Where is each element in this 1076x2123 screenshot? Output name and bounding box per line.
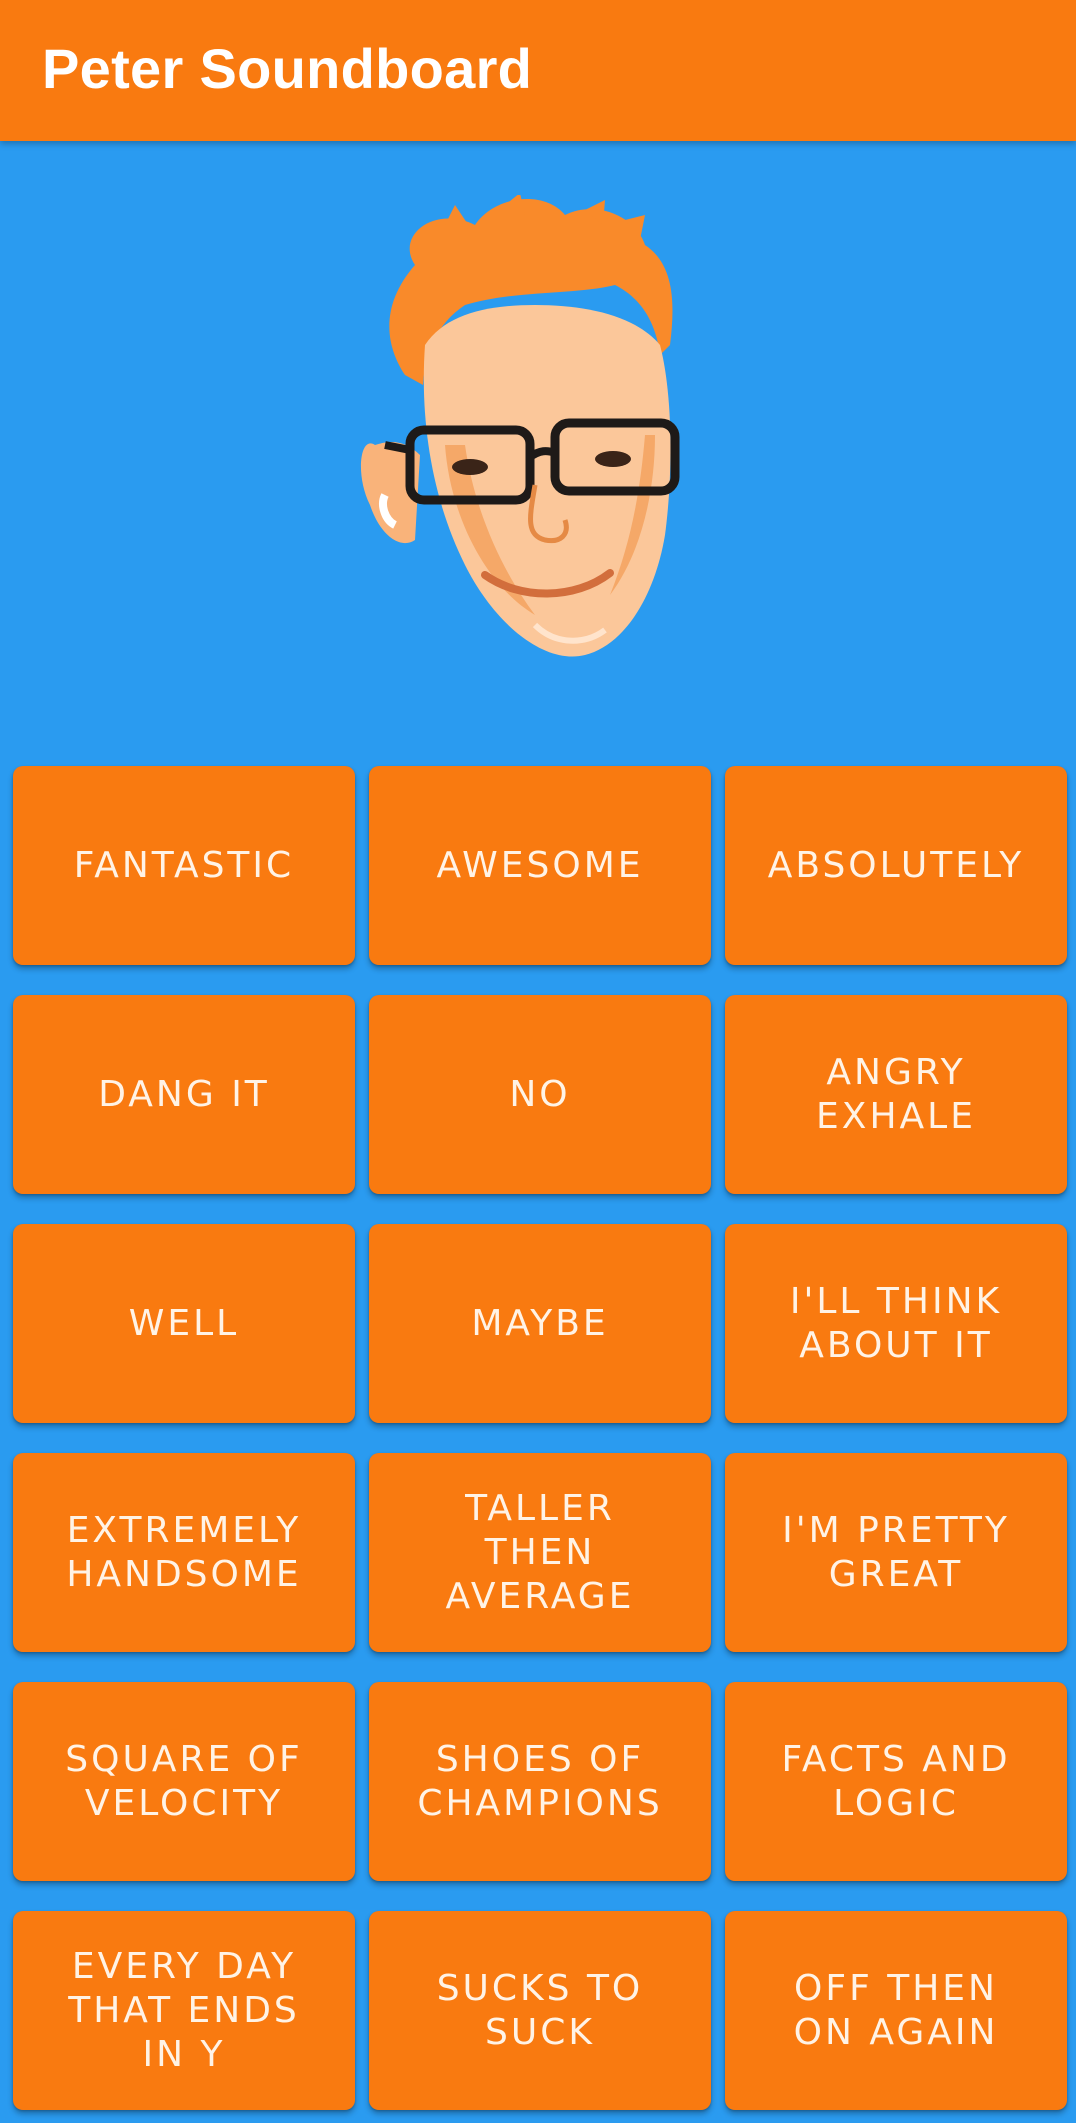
app-bar: Peter Soundboard [0, 0, 1076, 141]
app-title: Peter Soundboard [42, 37, 533, 100]
sound-button-label: I'M PRETTY GREAT [782, 1509, 1010, 1595]
sound-button-im-pretty-great[interactable]: I'M PRETTY GREAT [725, 1453, 1067, 1652]
sound-button-facts-and-logic[interactable]: FACTS AND LOGIC [725, 1682, 1067, 1881]
sound-button-label: SUCKS TO SUCK [436, 1967, 644, 2053]
sound-button-square-of-velocity[interactable]: SQUARE OF VELOCITY [13, 1682, 355, 1881]
sound-button-label: FANTASTIC [73, 844, 295, 886]
sound-button-label: DANG IT [98, 1073, 270, 1115]
sound-button-label: EXTREMELY HANDSOME [66, 1509, 302, 1595]
sound-button-label: NO [509, 1073, 571, 1115]
sound-button-ill-think-about-it[interactable]: I'LL THINK ABOUT IT [725, 1224, 1067, 1423]
sound-button-shoes-of-champions[interactable]: SHOES OF CHAMPIONS [369, 1682, 711, 1881]
soundboard-grid: FANTASTIC AWESOME ABSOLUTELY DANG IT NO … [13, 766, 1067, 2110]
sound-button-maybe[interactable]: MAYBE [369, 1224, 711, 1423]
sound-button-sucks-to-suck[interactable]: SUCKS TO SUCK [369, 1911, 711, 2110]
sound-button-off-then-on-again[interactable]: OFF THEN ON AGAIN [725, 1911, 1067, 2110]
sound-button-label: SQUARE OF VELOCITY [65, 1738, 303, 1824]
sound-button-dang-it[interactable]: DANG IT [13, 995, 355, 1194]
sound-button-label: MAYBE [471, 1302, 609, 1344]
sound-button-extremely-handsome[interactable]: EXTREMELY HANDSOME [13, 1453, 355, 1652]
sound-button-no[interactable]: NO [369, 995, 711, 1194]
sound-button-well[interactable]: WELL [13, 1224, 355, 1423]
sound-button-label: TALLER THEN AVERAGE [445, 1487, 635, 1617]
sound-button-label: WELL [128, 1302, 240, 1344]
sound-button-absolutely[interactable]: ABSOLUTELY [725, 766, 1067, 965]
sound-button-label: ABSOLUTELY [767, 844, 1025, 886]
sound-button-awesome[interactable]: AWESOME [369, 766, 711, 965]
sound-button-label: EVERY DAY THAT ENDS IN Y [68, 1945, 300, 2075]
peter-face-image [355, 195, 725, 695]
sound-button-label: I'LL THINK ABOUT IT [789, 1280, 1003, 1366]
sound-button-fantastic[interactable]: FANTASTIC [13, 766, 355, 965]
sound-button-angry-exhale[interactable]: ANGRY EXHALE [725, 995, 1067, 1194]
sound-button-label: OFF THEN ON AGAIN [793, 1967, 999, 2053]
sound-button-label: SHOES OF CHAMPIONS [417, 1738, 663, 1824]
sound-button-label: AWESOME [436, 844, 644, 886]
sound-button-every-day-that-ends-in-y[interactable]: EVERY DAY THAT ENDS IN Y [13, 1911, 355, 2110]
sound-button-taller-then-average[interactable]: TALLER THEN AVERAGE [369, 1453, 711, 1652]
sound-button-label: FACTS AND LOGIC [781, 1738, 1011, 1824]
sound-button-label: ANGRY EXHALE [816, 1051, 976, 1137]
